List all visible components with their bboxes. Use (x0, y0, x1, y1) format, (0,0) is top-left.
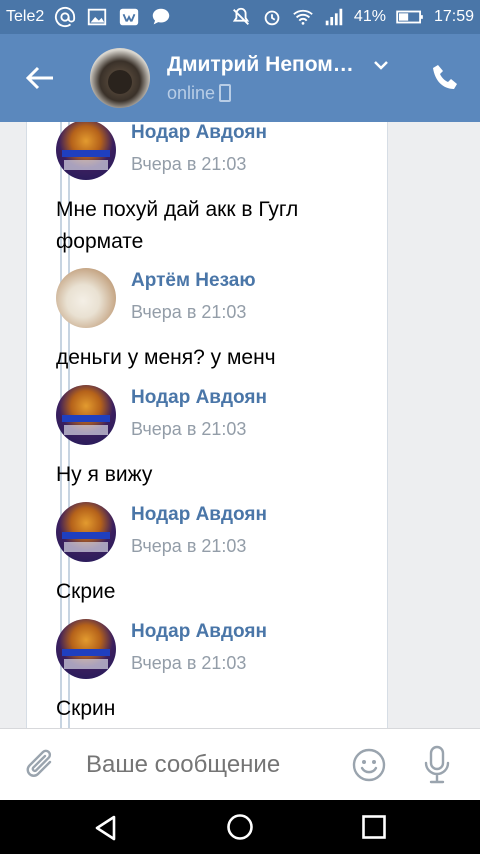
wifi-icon (292, 6, 314, 28)
mobile-icon (219, 84, 232, 102)
call-button[interactable] (430, 62, 462, 94)
signal-icon (323, 6, 345, 28)
arrow-left-icon (25, 66, 53, 90)
message-text: Ну я вижу (56, 463, 153, 486)
attach-button[interactable] (26, 748, 56, 782)
message-text: Скрие (56, 580, 116, 603)
message-text: Мне похуй дай акк в Гугл формате (56, 198, 299, 253)
chat-header: Дмитрий Непом… online (0, 34, 480, 122)
status-bar: Tele2 41% 17:59 (0, 0, 480, 34)
smiley-icon (352, 748, 386, 782)
message-time: Вчера в 21:03 (131, 302, 247, 322)
message-time: Вчера в 21:03 (131, 536, 247, 556)
author-avatar[interactable] (56, 619, 116, 679)
phone-icon (433, 65, 457, 89)
nav-back-button[interactable] (92, 814, 120, 842)
author-name[interactable]: Нодар Авдоян (131, 122, 267, 144)
message-text: Скрин (56, 697, 116, 720)
vk-icon (118, 6, 140, 28)
message-time: Вчера в 21:03 (131, 154, 247, 174)
online-status: online (167, 82, 216, 103)
author-name[interactable]: Артём Незаю (131, 270, 256, 292)
message-list[interactable]: Нодар Авдоян Вчера в 21:03 Мне похуй дай… (0, 122, 480, 728)
clock: 17:59 (433, 8, 474, 25)
author-avatar[interactable] (56, 385, 116, 445)
battery-icon (395, 6, 425, 28)
message-composer (0, 728, 480, 800)
image-icon (86, 6, 108, 28)
alarm-icon (261, 6, 283, 28)
mute-icon (230, 6, 252, 28)
paperclip-icon (26, 749, 52, 777)
message-input[interactable] (86, 750, 336, 779)
message-text: деньги у меня? у менч (56, 346, 276, 369)
circle-home-icon (227, 814, 253, 840)
triangle-back-icon (95, 815, 116, 841)
author-name[interactable]: Нодар Авдоян (131, 504, 267, 526)
contact-avatar[interactable] (90, 48, 150, 108)
contact-info[interactable]: Дмитрий Непом… online (167, 53, 390, 104)
voice-button[interactable] (422, 745, 452, 785)
square-recents-icon (362, 815, 386, 839)
battery-percent: 41% (353, 8, 386, 25)
nav-recents-button[interactable] (361, 814, 387, 840)
chevron-down-icon[interactable] (372, 56, 390, 74)
carrier-label: Tele2 (6, 8, 45, 25)
message-time: Вчера в 21:03 (131, 419, 247, 439)
at-sign-icon (54, 6, 76, 28)
emoji-button[interactable] (352, 748, 386, 782)
system-nav-bar (0, 800, 480, 854)
nav-home-button[interactable] (226, 813, 254, 841)
message-time: Вчера в 21:03 (131, 653, 247, 673)
back-button[interactable] (0, 34, 80, 122)
chat-bubble-icon (150, 6, 172, 28)
author-avatar[interactable] (56, 122, 116, 180)
contact-name: Дмитрий Непом… (167, 52, 354, 76)
author-name[interactable]: Нодар Авдоян (131, 387, 267, 409)
author-name[interactable]: Нодар Авдоян (131, 621, 267, 643)
author-avatar[interactable] (56, 502, 116, 562)
microphone-icon (424, 745, 450, 784)
author-avatar[interactable] (56, 268, 116, 328)
